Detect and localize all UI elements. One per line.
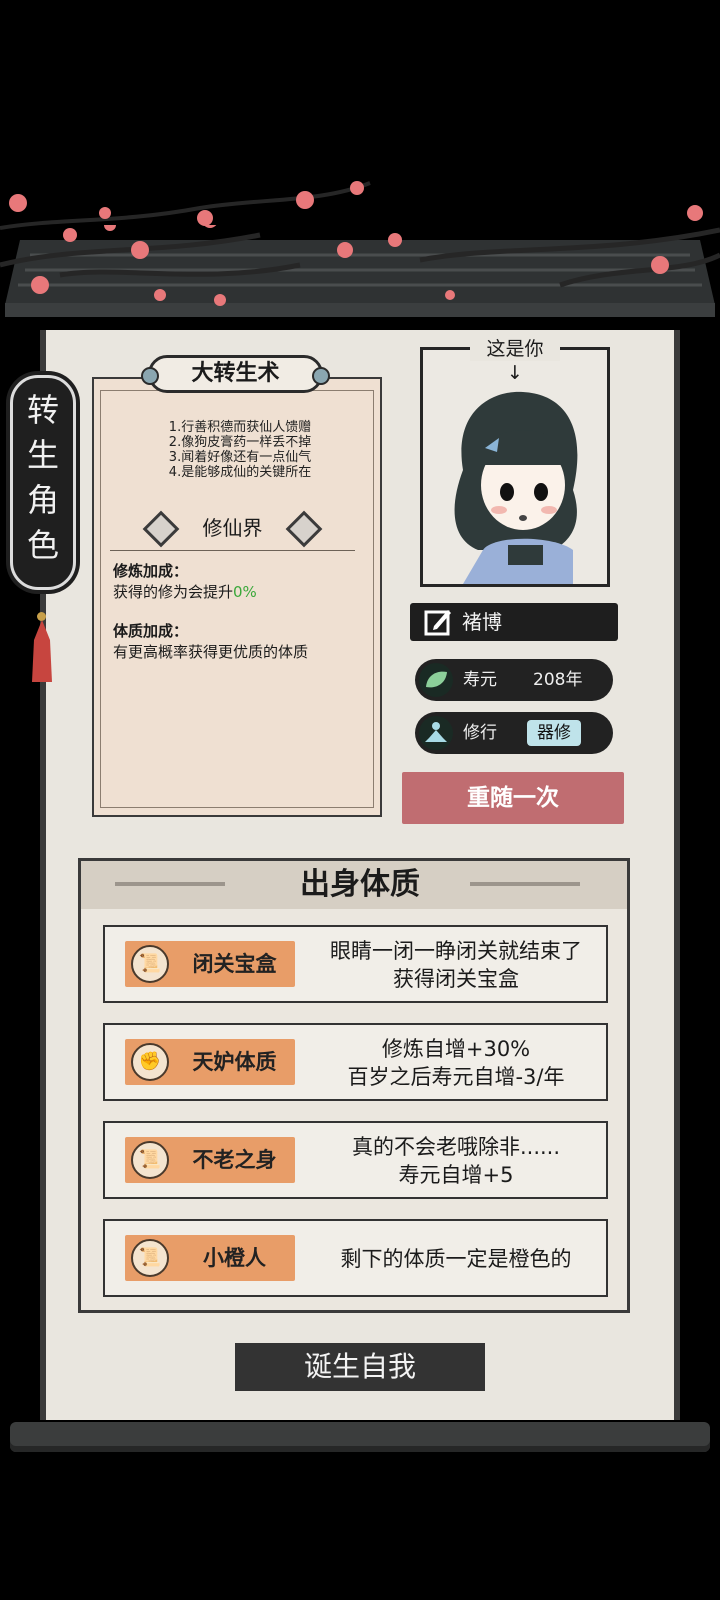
trait-tag: 📜 不老之身 xyxy=(125,1137,295,1183)
divider xyxy=(110,550,355,551)
cultivation-label: 修行 xyxy=(463,723,497,743)
trait-desc-line: 寿元自增+5 xyxy=(398,1163,514,1187)
lifespan-label: 寿元 xyxy=(463,670,497,690)
cultivation-bonus-text: 获得的修为会提升0% xyxy=(113,581,373,602)
rule-line: 1.行善积德而获仙人馈赠 xyxy=(168,420,312,435)
rule-line: 2.像狗皮膏药一样丢不掉 xyxy=(168,435,312,450)
rule-line: 4.是能够成仙的关键所在 xyxy=(168,465,312,480)
trait-desc-line: 修炼自增+30% xyxy=(381,1037,531,1061)
origin-title: 出身体质 xyxy=(300,867,420,902)
edit-name-icon[interactable] xyxy=(424,608,452,636)
trait-name: 不老之身 xyxy=(192,1148,277,1172)
cultivation-bonus-value: 0% xyxy=(233,583,257,601)
trait-desc-line: 剩下的体质一定是橙色的 xyxy=(340,1247,572,1271)
be-born-button[interactable]: 诞生自我 xyxy=(235,1343,485,1391)
arrow-down-icon: ↓ xyxy=(507,362,523,384)
fist-icon: ✊ xyxy=(131,1043,169,1081)
diamond-ornament-icon xyxy=(285,510,323,548)
player-name-bar[interactable]: 褚博 xyxy=(410,603,618,641)
realm-title: 修仙界 xyxy=(130,510,335,548)
trait-description: 修炼自增+30% 百岁之后寿元自增-3/年 xyxy=(305,1035,607,1091)
trait-name: 闭关宝盒 xyxy=(192,952,277,976)
lifespan-pill: 寿元 208年 xyxy=(415,659,613,701)
character-avatar xyxy=(454,391,578,584)
constitution-bonus: 体质加成： 有更高概率获得更优质的体质 xyxy=(113,620,373,662)
tassel-icon xyxy=(32,620,52,682)
cultivation-bonus-desc: 获得的修为会提升 xyxy=(113,583,234,601)
trait-card[interactable]: 📜 闭关宝盒 眼睛一闭一睁闭关就结束了 获得闭关宝盒 xyxy=(103,925,608,1003)
rebirth-character-tag: 转 生 角 色 xyxy=(10,375,76,590)
scroll-bottom-rod xyxy=(10,1422,710,1452)
trait-description: 真的不会老哦除非...... 寿元自增+5 xyxy=(305,1133,607,1189)
trait-description: 眼睛一闭一睁闭关就结束了 获得闭关宝盒 xyxy=(305,937,607,993)
player-name: 褚博 xyxy=(462,610,502,634)
technique-rules: 1.行善积德而获仙人馈赠 2.像狗皮膏药一样丢不掉 3.闻着好像还有一点仙气 4… xyxy=(110,420,370,480)
trait-tag: 📜 小橙人 xyxy=(125,1235,295,1281)
constitution-bonus-text: 有更高概率获得更优质的体质 xyxy=(113,643,309,661)
card-title-badge: 大转生术 xyxy=(141,355,330,393)
leaf-icon xyxy=(419,663,453,697)
roof-with-plum-blossoms xyxy=(0,225,720,317)
realm-name: 修仙界 xyxy=(202,516,263,540)
trait-tag: ✊ 天妒体质 xyxy=(125,1039,295,1085)
tag-char: 角 xyxy=(26,481,59,519)
trait-description: 剩下的体质一定是橙色的 xyxy=(305,1245,607,1273)
trait-card[interactable]: 📜 不老之身 真的不会老哦除非...... 寿元自增+5 xyxy=(103,1121,608,1199)
cultivation-value: 器修 xyxy=(527,720,581,746)
meditation-icon xyxy=(419,716,453,750)
trait-card[interactable]: ✊ 天妒体质 修炼自增+30% 百岁之后寿元自增-3/年 xyxy=(103,1023,608,1101)
card-title: 大转生术 xyxy=(191,361,280,386)
diamond-ornament-icon xyxy=(142,510,180,548)
trait-card[interactable]: 📜 小橙人 剩下的体质一定是橙色的 xyxy=(103,1219,608,1297)
plum-branch-top xyxy=(0,181,703,230)
cultivation-bonus-heading: 修炼加成： xyxy=(113,562,189,580)
badge-ornament xyxy=(141,367,159,385)
trait-name: 小橙人 xyxy=(203,1246,266,1270)
tag-char: 生 xyxy=(26,436,59,474)
trait-desc-line: 眼睛一闭一睁闭关就结束了 xyxy=(330,939,582,963)
cultivation-path-pill: 修行 器修 xyxy=(415,712,613,754)
trait-tag: 📜 闭关宝盒 xyxy=(125,941,295,987)
scroll-icon: 📜 xyxy=(131,945,169,983)
trait-desc-line: 真的不会老哦除非...... xyxy=(351,1135,561,1159)
trait-desc-line: 百岁之后寿元自增-3/年 xyxy=(347,1065,565,1089)
scroll-icon: 📜 xyxy=(131,1239,169,1277)
rule-line: 3.闻着好像还有一点仙气 xyxy=(168,450,312,465)
cultivation-bonus: 修炼加成： 获得的修为会提升0% xyxy=(113,560,373,602)
trait-name: 天妒体质 xyxy=(192,1050,277,1074)
constitution-bonus-heading: 体质加成： xyxy=(113,622,189,640)
scroll-icon: 📜 xyxy=(131,1141,169,1179)
tag-char: 色 xyxy=(26,526,59,564)
cultivation-value-wrap: 器修 xyxy=(527,712,581,754)
trait-desc-line: 获得闭关宝盒 xyxy=(393,967,519,991)
lifespan-value: 208年 xyxy=(533,670,583,690)
tag-char: 转 xyxy=(26,391,59,429)
badge-ornament xyxy=(312,367,330,385)
this-is-you-label: 这是你 xyxy=(470,337,560,361)
reroll-button[interactable]: 重随一次 xyxy=(402,772,624,824)
